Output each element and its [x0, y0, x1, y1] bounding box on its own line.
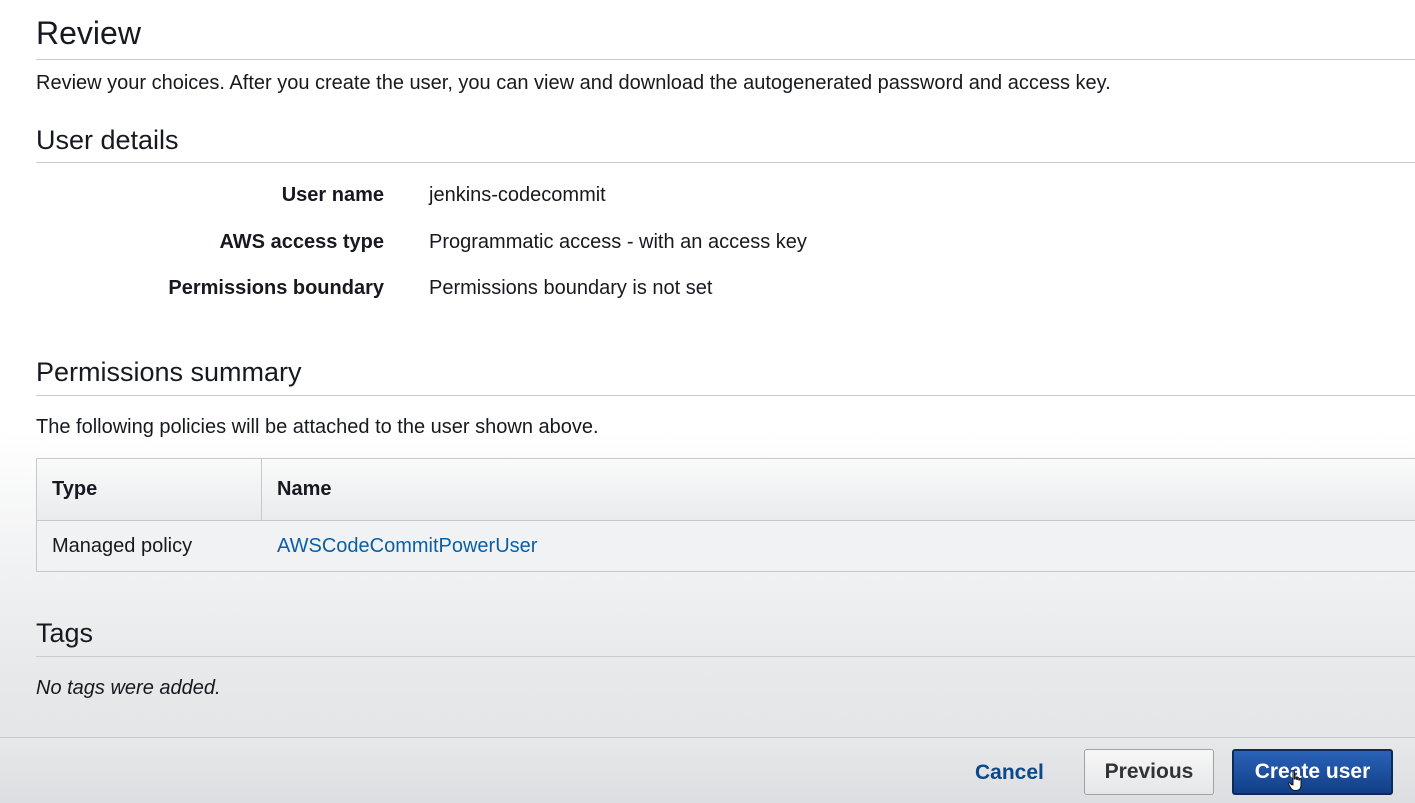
permissions-summary-heading: Permissions summary: [36, 357, 302, 387]
table-header: Type Name: [37, 459, 1415, 521]
detail-label: User name: [281, 184, 384, 206]
review-intro-text: Review your choices. After you create th…: [36, 72, 1111, 94]
hand-pointer-icon: [1287, 770, 1302, 791]
detail-value: jenkins-codecommit: [429, 184, 606, 206]
policies-table: Type Name Managed policy AWSCodeCommitPo…: [36, 458, 1415, 572]
title-divider: [36, 59, 1415, 60]
create-user-button[interactable]: Create user: [1232, 749, 1393, 795]
permissions-summary-description: The following policies will be attached …: [36, 416, 599, 438]
tags-heading: Tags: [36, 618, 94, 648]
user-details-divider: [36, 162, 1415, 163]
cancel-button[interactable]: Cancel: [975, 756, 1044, 790]
detail-row-user-name: User name jenkins-codecommit: [36, 180, 1036, 210]
wizard-footer: Cancel Previous Create user: [0, 737, 1415, 803]
previous-button[interactable]: Previous: [1084, 749, 1214, 795]
permissions-summary-divider: [36, 395, 1415, 396]
detail-value: Programmatic access - with an access key: [429, 231, 807, 253]
policy-name-link[interactable]: AWSCodeCommitPowerUser: [262, 521, 537, 571]
detail-value: Permissions boundary is not set: [429, 277, 713, 299]
page-title: Review: [36, 15, 141, 51]
policy-type-cell: Managed policy: [52, 535, 193, 557]
tags-divider: [36, 656, 1415, 657]
detail-label: AWS access type: [219, 231, 384, 253]
detail-row-permissions-boundary: Permissions boundary Permissions boundar…: [36, 273, 1036, 303]
column-header-type[interactable]: Type: [37, 459, 262, 520]
detail-row-access-type: AWS access type Programmatic access - wi…: [36, 227, 1036, 257]
table-row: Managed policy AWSCodeCommitPowerUser: [37, 521, 1415, 571]
detail-label: Permissions boundary: [168, 277, 384, 299]
tags-empty-message: No tags were added.: [36, 677, 221, 699]
user-details-heading: User details: [36, 125, 179, 155]
column-header-name[interactable]: Name: [262, 459, 331, 520]
